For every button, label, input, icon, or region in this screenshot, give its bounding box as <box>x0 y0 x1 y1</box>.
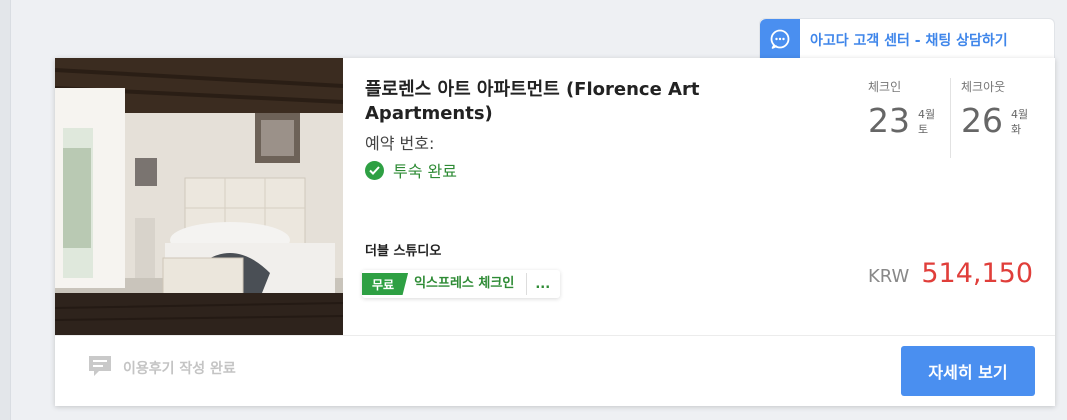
checkin-label: 체크인 <box>868 80 902 94</box>
review-comment-icon <box>87 353 113 383</box>
express-checkin-badge: 무료 익스프레스 체크인 ... <box>362 270 561 298</box>
view-details-button[interactable]: 자세히 보기 <box>901 346 1035 396</box>
card-footer-divider <box>55 335 1055 336</box>
total-price: KRW 514,150 <box>868 258 1033 289</box>
booking-card: 플로렌스 아트 아파트먼트 (Florence Art Apartments) … <box>55 58 1055 406</box>
checkout-day: 26 <box>961 101 1003 140</box>
hotel-name[interactable]: 플로렌스 아트 아파트먼트 (Florence Art Apartments) <box>365 78 765 126</box>
checkin-month: 4월 <box>918 108 936 121</box>
review-status: 이용후기 작성 완료 <box>87 353 236 383</box>
chat-bubble-icon <box>760 19 800 59</box>
express-checkin-label: 익스프레스 체크인 <box>414 273 528 295</box>
checkin-weekday: 토 <box>918 123 929 136</box>
checkout-month: 4월 <box>1011 108 1029 121</box>
checkin-date: 체크인 23 4월 토 <box>868 78 935 139</box>
support-chat-label[interactable]: 아고다 고객 센터 - 채팅 상담하기 <box>810 30 1008 50</box>
more-options-button[interactable]: ... <box>535 277 550 292</box>
review-status-text: 이용후기 작성 완료 <box>123 361 236 377</box>
checkout-date: 체크아웃 26 4월 화 <box>961 78 1028 139</box>
date-divider <box>950 78 951 158</box>
stay-status-text: 투숙 완료 <box>393 162 457 181</box>
checkin-day: 23 <box>868 101 910 140</box>
checkmark-icon <box>365 160 384 180</box>
free-badge: 무료 <box>362 273 409 295</box>
stay-status: 투숙 완료 <box>365 158 457 182</box>
room-type: 더블 스튜디오 <box>365 244 442 259</box>
checkout-label: 체크아웃 <box>961 80 1006 94</box>
checkout-weekday: 화 <box>1011 123 1022 136</box>
booking-number-label: 예약 번호: <box>365 134 435 153</box>
price-amount: 514,150 <box>921 258 1033 289</box>
left-rail <box>0 0 11 420</box>
customer-support-chat-button[interactable]: 아고다 고객 센터 - 채팅 상담하기 <box>759 18 1055 59</box>
price-currency: KRW <box>867 266 910 287</box>
hotel-room-photo[interactable] <box>55 58 343 335</box>
